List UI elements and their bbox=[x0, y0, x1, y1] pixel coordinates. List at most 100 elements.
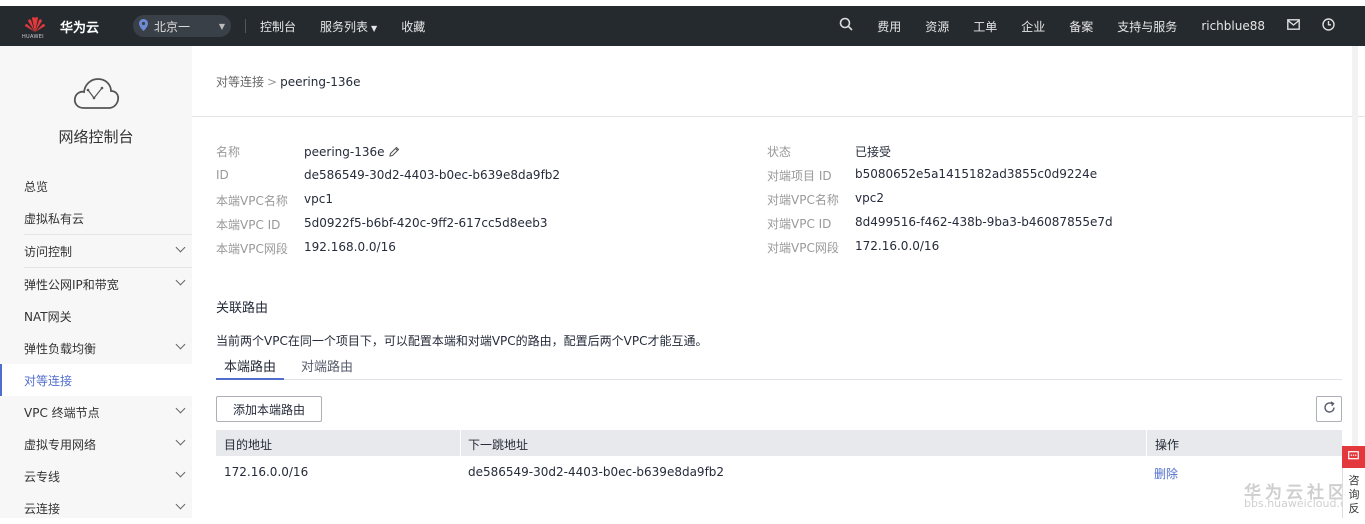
tab-peer-routes[interactable]: 对端路由 bbox=[301, 356, 353, 375]
detail-label-local-vpc-id: 本端VPC ID bbox=[216, 218, 281, 232]
chevron-down-icon bbox=[175, 467, 186, 478]
detail-value-name: peering-136e bbox=[304, 145, 400, 160]
chevron-down-icon bbox=[175, 499, 186, 510]
sidebar-title: 网络控制台 bbox=[58, 128, 134, 146]
detail-value-peer-vpc-cidr: 172.16.0.0/16 bbox=[855, 239, 940, 253]
delete-route-link[interactable]: 删除 bbox=[1154, 465, 1178, 482]
detail-label-name: 名称 bbox=[216, 145, 241, 159]
sidebar-item-vpc-endpoint[interactable]: VPC 终端节点 bbox=[0, 396, 192, 428]
sidebar-item-vpn[interactable]: 虚拟专用网络 bbox=[0, 428, 192, 460]
detail-value-name-text: peering-136e bbox=[304, 145, 385, 159]
route-nexthop-cell: de586549-30d2-4403-b0ec-b639e8da9fb2 bbox=[468, 465, 725, 479]
chevron-down-icon: ▼ bbox=[371, 23, 378, 33]
location-pin-icon bbox=[139, 18, 149, 34]
nav-billing[interactable]: 费用 bbox=[877, 18, 901, 35]
mail-icon[interactable] bbox=[1287, 18, 1300, 34]
header-divider bbox=[192, 116, 1365, 117]
sidebar-item-label: 弹性公网IP和带宽 bbox=[24, 277, 119, 292]
chevron-down-icon: ▼ bbox=[218, 21, 226, 31]
column-divider bbox=[1146, 430, 1147, 456]
chat-icon bbox=[1348, 450, 1359, 464]
nav-filing[interactable]: 备案 bbox=[1069, 18, 1093, 35]
detail-value-local-vpc-name: vpc1 bbox=[304, 192, 333, 206]
route-tabs: 本端路由 对端路由 bbox=[216, 352, 1342, 380]
sidebar-item-overview[interactable]: 总览 bbox=[0, 170, 192, 202]
sidebar-item-nat-gateway[interactable]: NAT网关 bbox=[0, 300, 192, 332]
sidebar-item-label: 访问控制 bbox=[24, 244, 73, 259]
nav-enterprise[interactable]: 企业 bbox=[1021, 18, 1045, 35]
detail-value-peer-vpc-id: 8d499516-f462-438b-9ba3-b46087855e7d bbox=[855, 215, 1113, 229]
detail-value-peer-project-id: b5080652e5a1415182ad3855c0d9224e bbox=[855, 167, 1098, 181]
detail-label-id: ID bbox=[216, 168, 229, 182]
edit-pencil-icon[interactable] bbox=[388, 146, 400, 160]
sidebar-item-label: 虚拟私有云 bbox=[24, 211, 85, 226]
sidebar-item-elb[interactable]: 弹性负载均衡 bbox=[0, 332, 192, 364]
nav-favorites[interactable]: 收藏 bbox=[401, 18, 425, 35]
breadcrumb-separator: > bbox=[267, 75, 278, 89]
chevron-down-icon bbox=[175, 435, 186, 446]
nav-service-list[interactable]: 服务列表 ▼ bbox=[320, 18, 377, 35]
detail-value-local-vpc-cidr: 192.168.0.0/16 bbox=[304, 240, 396, 254]
chevron-down-icon bbox=[175, 242, 186, 253]
tab-local-routes[interactable]: 本端路由 bbox=[224, 356, 276, 375]
nav-resources[interactable]: 资源 bbox=[925, 18, 949, 35]
region-selector[interactable]: 北京一 ▼ bbox=[133, 15, 232, 37]
sidebar: 网络控制台 总览 虚拟私有云 访问控制 弹性公网IP和带宽 NAT网关 弹性负载… bbox=[0, 46, 192, 518]
detail-label-local-vpc-cidr: 本端VPC网段 bbox=[216, 242, 288, 256]
sidebar-item-eip-bandwidth[interactable]: 弹性公网IP和带宽 bbox=[0, 268, 192, 300]
huawei-logo-text: HUAWEI bbox=[22, 34, 44, 40]
sidebar-item-label: VPC 终端节点 bbox=[24, 405, 100, 420]
sidebar-item-peering[interactable]: 对等连接 bbox=[0, 364, 192, 396]
main-content: 对等连接 > peering-136e 名称 peering-136e ID de5… bbox=[192, 46, 1365, 518]
sidebar-item-label: 云连接 bbox=[24, 501, 61, 516]
chevron-down-icon bbox=[175, 275, 186, 286]
breadcrumb-parent[interactable]: 对等连接 bbox=[216, 75, 264, 89]
route-destination-cell: 172.16.0.0/16 bbox=[224, 465, 309, 479]
chevron-down-icon bbox=[175, 403, 186, 414]
sidebar-item-label: 对等连接 bbox=[24, 373, 73, 388]
route-description: 当前两个VPC在同一个项目下，可以配置本端和对端VPC的路由，配置后两个VPC才… bbox=[216, 334, 708, 348]
detail-label-local-vpc-name: 本端VPC名称 bbox=[216, 194, 288, 208]
detail-value-id: de586549-30d2-4403-b0ec-b639e8da9fb2 bbox=[304, 168, 561, 182]
sidebar-item-access-control[interactable]: 访问控制 bbox=[0, 235, 192, 267]
nav-console[interactable]: 控制台 bbox=[260, 18, 296, 35]
column-divider bbox=[460, 430, 461, 456]
consult-char: 反 bbox=[1348, 502, 1360, 515]
sidebar-item-vpc[interactable]: 虚拟私有云 bbox=[0, 202, 192, 234]
sidebar-item-cloud-connect[interactable]: 云连接 bbox=[0, 492, 192, 524]
detail-label-peer-project-id: 对端项目 ID bbox=[767, 169, 832, 183]
sidebar-item-label: 云专线 bbox=[24, 469, 61, 484]
nav-support[interactable]: 支持与服务 bbox=[1117, 18, 1177, 35]
table-header: 目的地址 下一跳地址 操作 bbox=[216, 430, 1342, 456]
consult-feedback-tab[interactable]: 咨 询 反 bbox=[1342, 468, 1365, 518]
clock-icon[interactable] bbox=[1322, 17, 1335, 35]
add-local-route-button[interactable]: 添加本端路由 bbox=[216, 396, 322, 422]
huawei-logo-icon: HUAWEI bbox=[22, 15, 46, 40]
username-menu[interactable]: richblue88 bbox=[1201, 19, 1265, 33]
column-header-actions: 操作 bbox=[1155, 438, 1180, 452]
brand-name[interactable]: 华为云 bbox=[60, 17, 99, 36]
nav-tickets[interactable]: 工单 bbox=[973, 18, 997, 35]
detail-label-peer-vpc-name: 对端VPC名称 bbox=[767, 193, 839, 207]
sidebar-item-label: 总览 bbox=[24, 179, 49, 194]
active-tab-indicator bbox=[216, 378, 284, 380]
column-header-destination: 目的地址 bbox=[224, 438, 273, 452]
consult-char: 询 bbox=[1348, 488, 1360, 501]
sidebar-item-label: 虚拟专用网络 bbox=[24, 437, 97, 452]
refresh-icon bbox=[1323, 400, 1336, 418]
search-icon[interactable] bbox=[839, 17, 853, 35]
chevron-down-icon bbox=[175, 339, 186, 350]
refresh-button[interactable] bbox=[1316, 396, 1342, 422]
breadcrumb-current: peering-136e bbox=[280, 75, 361, 89]
top-right-nav: 费用 资源 工单 企业 备案 支持与服务 richblue88 bbox=[839, 6, 1365, 46]
feedback-button[interactable] bbox=[1342, 446, 1365, 468]
cloud-network-icon bbox=[72, 76, 120, 115]
top-bar: HUAWEI 华为云 北京一 ▼ 控制台 服务列表 ▼ 收藏 费用 资源 工单 企… bbox=[0, 6, 1365, 46]
sidebar-item-direct-connect[interactable]: 云专线 bbox=[0, 460, 192, 492]
sidebar-item-label: NAT网关 bbox=[24, 309, 72, 324]
huawei-logo[interactable]: HUAWEI 华为云 bbox=[22, 15, 99, 40]
detail-value-status: 已接受 bbox=[855, 145, 892, 159]
breadcrumb: 对等连接 > peering-136e bbox=[216, 73, 361, 90]
consult-char: 咨 bbox=[1348, 474, 1360, 487]
section-title-routes: 关联路由 bbox=[216, 301, 269, 316]
